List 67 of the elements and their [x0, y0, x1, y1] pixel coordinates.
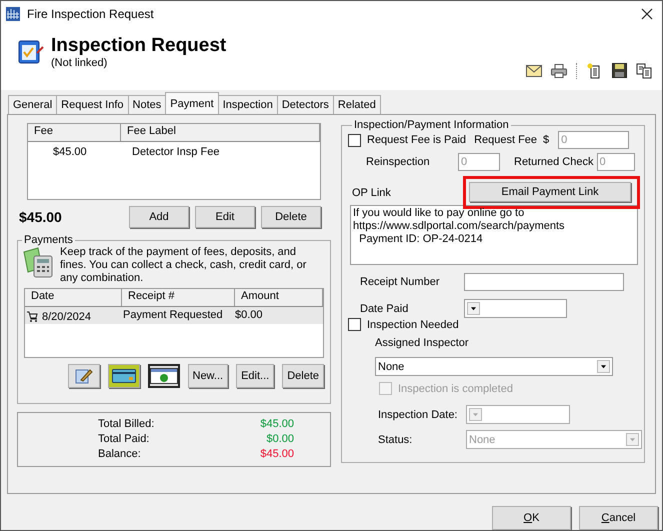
column-header: Date	[25, 289, 122, 306]
table-cell-text: $45.00	[52, 145, 88, 158]
fee-button[interactable]: Delete	[261, 206, 321, 228]
email-payment-link-button[interactable]: Email Payment Link	[469, 182, 631, 202]
dialog-button[interactable]: OK	[492, 506, 571, 530]
field-label: Returned Check	[514, 156, 594, 168]
cash-button[interactable]	[148, 364, 180, 388]
table-cell-text: Detector Insp Fee	[131, 145, 220, 158]
payment-row[interactable]: 8/20/2024 Payment Requested $0.00	[25, 307, 323, 324]
total-value: $45.00	[259, 417, 294, 432]
dialog-button[interactable]: Cancel	[579, 506, 658, 530]
tab[interactable]: Payment	[165, 92, 219, 114]
fee-button[interactable]: Edit	[195, 206, 255, 228]
payment-button[interactable]: Delete	[282, 364, 324, 388]
column-header: Receipt #	[122, 289, 235, 306]
link-status: (Not linked)	[51, 56, 108, 69]
app-icon	[5, 6, 21, 22]
field-label: Inspection Date:	[378, 408, 458, 421]
checkbox[interactable]	[348, 134, 361, 147]
fee-total: $45.00	[18, 209, 62, 226]
group-title: Payments	[23, 234, 74, 246]
checkbox-label: Inspection Needed	[367, 318, 459, 331]
table-cell-text: Payment Requested	[122, 308, 224, 324]
printer-icon[interactable]	[551, 64, 567, 78]
table-cell-text: $0.00	[234, 308, 264, 324]
currency-label: $	[543, 134, 550, 146]
receipt-number-field[interactable]	[464, 273, 624, 292]
cash-window-icon	[150, 368, 178, 384]
checkbox-label: Request Fee is Paid	[367, 134, 466, 146]
total-label: Balance:	[98, 447, 142, 462]
column-header: Fee	[28, 124, 121, 142]
total-value: $45.00	[259, 447, 294, 462]
save-icon[interactable]	[612, 63, 627, 78]
cart-icon	[27, 311, 38, 322]
envelope-icon[interactable]	[526, 64, 542, 77]
fee-button[interactable]: Add	[129, 206, 189, 228]
credit-card-button[interactable]	[108, 364, 140, 388]
close-icon[interactable]	[640, 6, 654, 21]
credit-card-icon	[112, 369, 136, 384]
checkbox[interactable]	[348, 318, 361, 332]
payment-button[interactable]: Edit...	[236, 364, 274, 388]
tab[interactable]: General	[8, 95, 58, 114]
column-header: Fee Label	[121, 124, 320, 142]
checkbox-label: Inspection is completed	[398, 382, 513, 395]
field-label: Assigned Inspector	[375, 337, 470, 350]
total-label: Total Paid:	[98, 432, 150, 448]
column-header: Amount	[235, 289, 323, 306]
copy-icon[interactable]	[636, 62, 652, 79]
total-label: Total Billed:	[98, 417, 156, 432]
payment-button[interactable]: New...	[188, 364, 228, 388]
field-label: OP Link	[352, 186, 392, 199]
field-label: Status:	[378, 434, 414, 446]
field-label: Date Paid	[360, 302, 410, 315]
page-title: Inspection Request	[51, 34, 226, 57]
tab[interactable]: Related	[332, 95, 381, 114]
field-label: Receipt Number	[360, 276, 440, 288]
group-title: Inspection/Payment Information	[353, 119, 510, 132]
pen-button[interactable]	[68, 364, 100, 388]
table-cell: 8/20/2024	[42, 310, 91, 323]
payments-description: Keep track of the payment of fees, deposits, and fines. You can collect a check, cash, credit card, or any combination.	[60, 246, 308, 286]
field-label: Reinspection	[366, 156, 431, 168]
window-title: Fire Inspection Request	[27, 6, 155, 21]
assigned-inspector-dropdown[interactable]: None	[375, 357, 613, 376]
op-link-text-area[interactable]: If you would like to pay online go to https://www.sdlportal.com/search/payments Payment ID: OP-24-0214	[350, 205, 638, 266]
total-value: $0.00	[265, 432, 294, 448]
field-label: Request Fee	[474, 134, 538, 146]
pen-icon	[74, 368, 92, 384]
